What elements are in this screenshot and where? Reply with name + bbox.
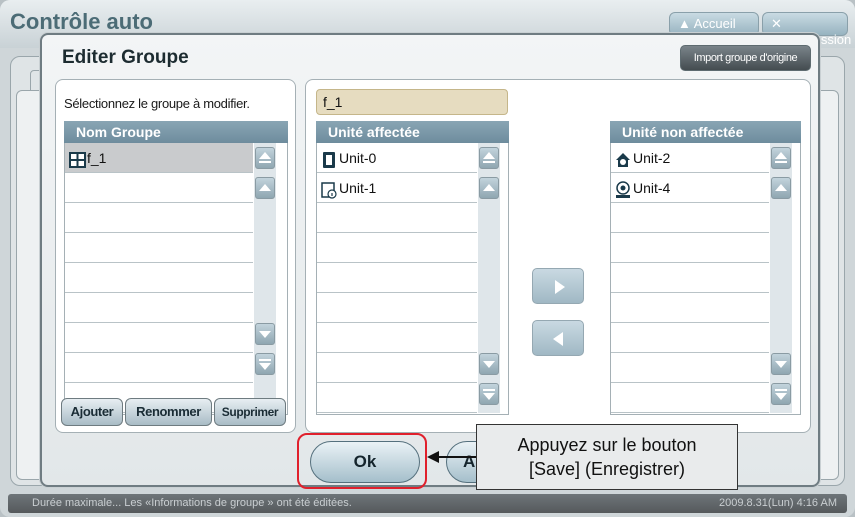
status-message: Durée maximale... Les «Informations de g… <box>32 497 352 509</box>
group-edit-panel: f_1 Unité affectée Unit-0 Unit-1 Unité n… <box>305 79 811 433</box>
unit-info-icon <box>321 179 337 199</box>
instruction-callout: Appuyez sur le bouton [Save] (Enregistre… <box>476 424 738 490</box>
scroll-bottom-icon[interactable] <box>255 353 275 375</box>
ok-highlight-box <box>297 433 427 489</box>
unit-label: Unit-4 <box>633 179 671 196</box>
list-item <box>317 383 477 413</box>
arrow-right-icon <box>555 280 565 294</box>
list-item <box>65 293 253 323</box>
list-item <box>611 203 769 233</box>
dialog-title: Editer Groupe <box>62 47 189 68</box>
scroll-top-icon[interactable] <box>255 147 275 169</box>
list-item <box>65 263 253 293</box>
list-item <box>317 263 477 293</box>
add-group-button[interactable]: Ajouter <box>61 398 123 426</box>
arrow-left-icon <box>553 332 563 346</box>
scroll-bottom-icon[interactable] <box>771 383 791 405</box>
unassigned-units-header: Unité non affectée <box>610 121 801 143</box>
unassigned-units-list: Unit-2 Unit-4 <box>610 143 801 415</box>
callout-line-2: [Save] (Enregistrer) <box>528 459 686 479</box>
list-item <box>317 293 477 323</box>
list-item <box>65 203 253 233</box>
indoor-unit-icon <box>321 149 337 168</box>
scroll-top-icon[interactable] <box>771 147 791 169</box>
assigned-list-scrollbar[interactable] <box>478 143 500 413</box>
assigned-unit-row-1[interactable]: Unit-1 <box>317 173 477 203</box>
list-item <box>317 353 477 383</box>
group-name-field[interactable]: f_1 <box>316 89 508 115</box>
delete-group-button[interactable]: Supprimer <box>214 398 286 426</box>
list-item <box>317 323 477 353</box>
list-item <box>611 323 769 353</box>
scroll-down-icon[interactable] <box>479 353 499 375</box>
callout-arrow-icon <box>427 451 479 463</box>
app-title: Contrôle auto <box>10 9 153 34</box>
scroll-up-icon[interactable] <box>479 177 499 199</box>
edit-group-dialog: Editer Groupe Import groupe d'origine Sé… <box>40 33 820 489</box>
list-item <box>65 173 253 203</box>
status-datetime: 2009.8.31(Lun) 4:16 AM <box>718 497 837 509</box>
group-select-panel: Sélectionnez le groupe à modifier. Nom G… <box>55 79 296 433</box>
select-group-label: Sélectionnez le groupe à modifier. <box>64 96 250 111</box>
unassigned-list-scrollbar[interactable] <box>770 143 792 413</box>
assigned-unit-row-0[interactable]: Unit-0 <box>317 143 477 173</box>
scroll-up-icon[interactable] <box>771 177 791 199</box>
scroll-bottom-icon[interactable] <box>479 383 499 405</box>
unit-label: Unit-2 <box>633 149 671 166</box>
status-bar: Durée maximale... Les «Informations de g… <box>8 494 847 513</box>
list-item <box>317 233 477 263</box>
assigned-units-header: Unité affectée <box>316 121 509 143</box>
unit-label: Unit-1 <box>339 179 377 196</box>
group-row-f1[interactable]: f_1 <box>65 143 253 173</box>
move-right-button[interactable] <box>532 268 584 304</box>
group-list-scrollbar[interactable] <box>254 143 276 413</box>
home-unit-icon <box>615 149 631 167</box>
scroll-down-icon[interactable] <box>771 353 791 375</box>
unassigned-unit-row-2[interactable]: Unit-2 <box>611 143 769 173</box>
group-name: f_1 <box>87 149 107 166</box>
home-icon: ▲ <box>678 16 694 31</box>
close-icon: ✕ <box>771 16 782 31</box>
scroll-down-icon[interactable] <box>255 323 275 345</box>
rename-group-button[interactable]: Renommer <box>125 398 212 426</box>
list-item <box>611 233 769 263</box>
list-item <box>611 263 769 293</box>
awhp-unit-icon <box>615 179 631 198</box>
group-grid-icon <box>69 149 86 168</box>
list-item <box>65 233 253 263</box>
list-item <box>611 353 769 383</box>
group-list: f_1 <box>64 143 288 415</box>
assigned-units-list: Unit-0 Unit-1 <box>316 143 509 415</box>
group-name-header: Nom Groupe <box>64 121 288 143</box>
scroll-up-icon[interactable] <box>255 177 275 199</box>
unit-label: Unit-0 <box>339 149 377 166</box>
scroll-top-icon[interactable] <box>479 147 499 169</box>
callout-line-1: Appuyez sur le bouton <box>517 435 697 455</box>
home-button-label: Accueil <box>693 16 736 31</box>
list-item <box>317 203 477 233</box>
unassigned-unit-row-4[interactable]: Unit-4 <box>611 173 769 203</box>
move-left-button[interactable] <box>532 320 584 356</box>
list-item <box>611 383 769 413</box>
import-original-group-button[interactable]: Import groupe d'origine <box>680 45 811 71</box>
list-item <box>65 323 253 353</box>
list-item <box>65 353 253 383</box>
list-item <box>611 293 769 323</box>
